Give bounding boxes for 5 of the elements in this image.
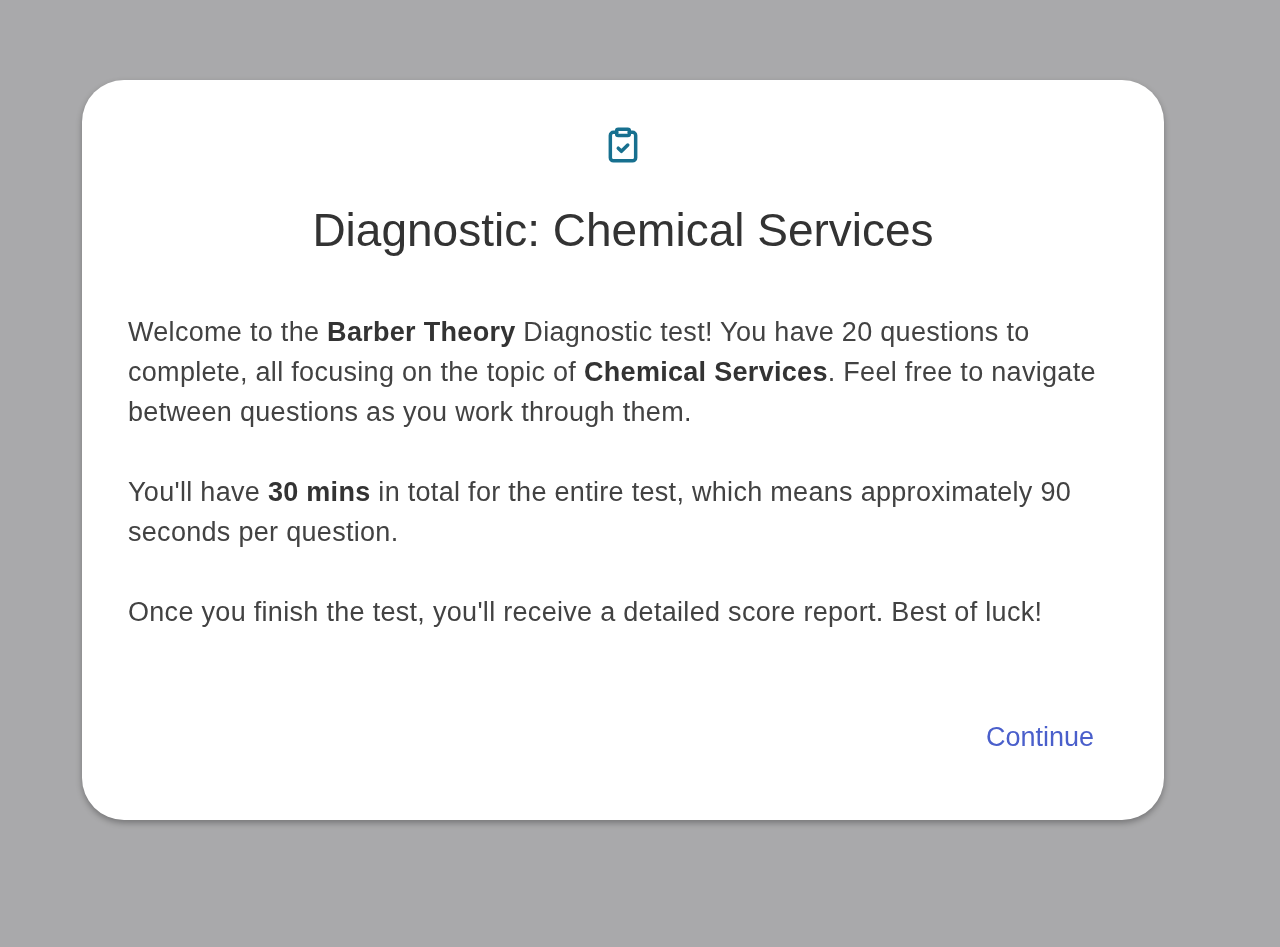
body-paragraph: You'll have 30 mins in total for the entire test, which means approximately 90 seconds per question. [128, 476, 1073, 549]
body-paragraph: Welcome to the Barber Theory Diagnostic test! You have 20 questions to complete, all focusing on the topic of Chemical Services. Feel free to navigate between questions as you work through them. [128, 316, 1097, 429]
continue-button[interactable]: Continue [961, 717, 1118, 757]
dialog-title: Diagnostic: Chemical Services [311, 203, 935, 258]
body-paragraph: Once you finish the test, you'll receive a detailed score report. Best of luck! [128, 596, 1044, 629]
